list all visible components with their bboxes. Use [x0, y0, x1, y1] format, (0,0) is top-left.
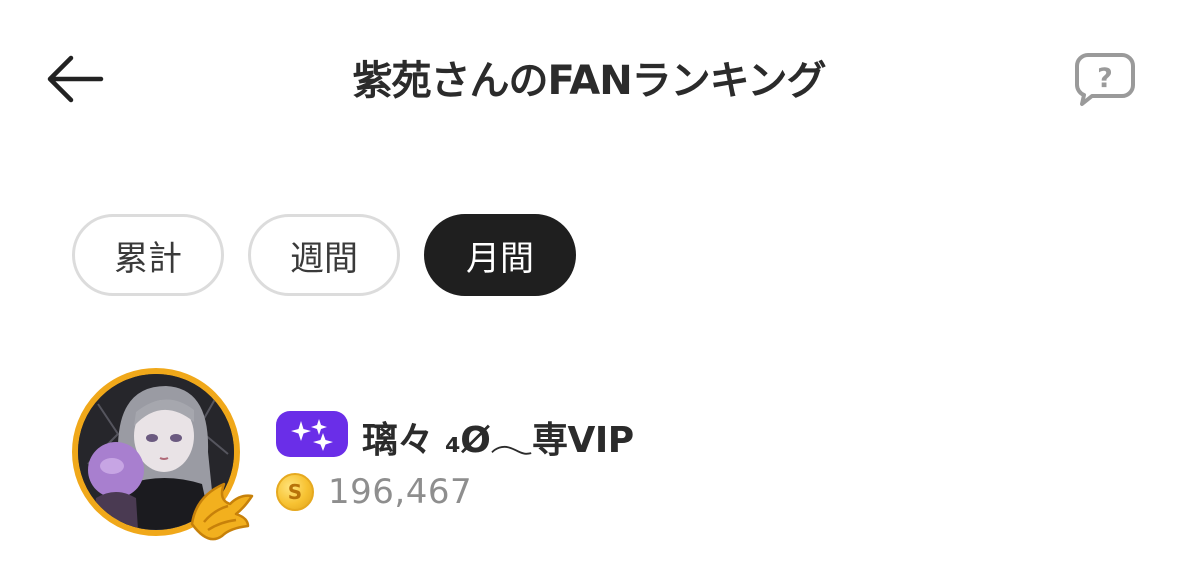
user-name: 璃々 ₄Ø𓂃専VIP [362, 420, 634, 461]
tab-monthly[interactable]: 月間 [424, 214, 576, 296]
question-bubble-icon: ? [1075, 53, 1135, 106]
fan-ranking-screen: 紫苑さんのFANランキング ? 累計 週間 月間 璃々 ₄Ø𓂃専VIP S 19… [0, 0, 1178, 582]
ranking-item[interactable]: 璃々 ₄Ø𓂃専VIP S 196,467 [72, 368, 1112, 548]
coin-line: S 196,467 [276, 472, 472, 512]
sparkle-badge-icon [276, 411, 348, 457]
tab-weekly[interactable]: 週間 [248, 214, 400, 296]
user-name-line: 璃々 ₄Ø𓂃専VIP [276, 404, 634, 464]
tab-cumulative[interactable]: 累計 [72, 214, 224, 296]
coin-icon: S [276, 473, 314, 511]
avatar-container[interactable] [72, 368, 254, 544]
coin-count: 196,467 [328, 472, 473, 512]
page-title: 紫苑さんのFANランキング [352, 58, 827, 104]
svg-text:?: ? [1097, 63, 1113, 94]
help-button[interactable]: ? [1068, 46, 1142, 112]
wing-badge-icon [190, 482, 254, 541]
period-tabs: 累計 週間 月間 [72, 214, 576, 296]
